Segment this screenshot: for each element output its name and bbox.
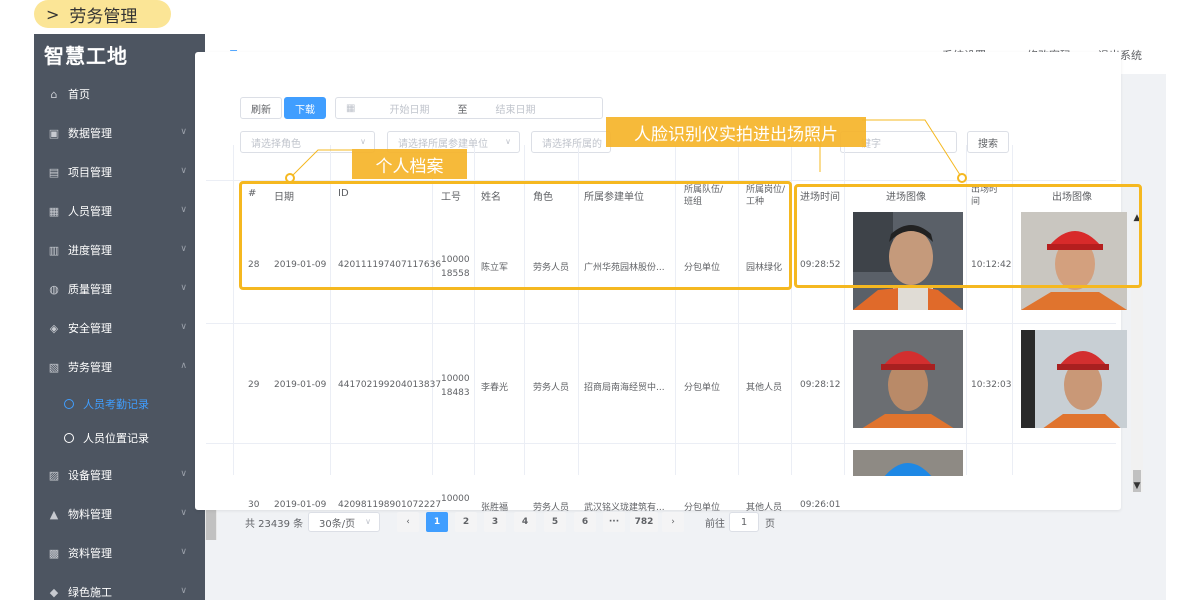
chevron-down-icon: ∨	[180, 322, 187, 332]
exit-photo[interactable]	[1021, 330, 1127, 428]
sidebar-item-project[interactable]: ▤ 项目管理 ∨	[34, 153, 205, 191]
row3-no: 30	[248, 500, 260, 510]
sidebar-item-data[interactable]: ▣ 数据管理 ∨	[34, 114, 205, 152]
equipment-icon: ▨	[48, 468, 60, 482]
sidebar-item-progress[interactable]: ▥ 进度管理 ∨	[34, 231, 205, 269]
page-6[interactable]: 6	[574, 512, 596, 532]
refresh-button[interactable]: 刷新	[240, 97, 282, 119]
chevron-down-icon: ∨	[180, 547, 187, 557]
total-count: 共 23439 条	[245, 518, 304, 530]
next-page-button[interactable]: ›	[662, 512, 684, 532]
page-5[interactable]: 5	[544, 512, 566, 532]
chevron-down-icon: ∨	[180, 508, 187, 518]
sidebar-item-materials[interactable]: ▲ 物料管理 ∨	[34, 495, 205, 533]
page-1[interactable]: 1	[426, 512, 448, 532]
personnel-icon: ▦	[48, 204, 60, 218]
sidebar-item-documents[interactable]: ▩ 资料管理 ∨	[34, 534, 205, 572]
chevron-down-icon: ∨	[180, 586, 187, 596]
sidebar-item-green[interactable]: ◆ 绿色施工 ∨	[34, 573, 205, 600]
chevron-up-icon: ∧	[180, 361, 187, 371]
date-range-picker[interactable]: ▦ 开始日期 至 结束日期	[335, 97, 603, 119]
circle-icon	[64, 433, 74, 443]
chevron-down-icon: ∨	[180, 166, 187, 176]
circle-icon	[64, 399, 74, 409]
face-marker	[957, 173, 967, 183]
entry-photo[interactable]	[853, 450, 963, 476]
scroll-down-icon[interactable]: ▼	[1131, 480, 1143, 492]
documents-icon: ▩	[48, 546, 60, 560]
row2-in-time: 09:28:12	[800, 380, 841, 390]
section-badge-label: 劳务管理	[69, 6, 138, 27]
home-icon: ⌂	[50, 87, 58, 101]
page-3[interactable]: 3	[484, 512, 506, 532]
labor-icon: ▧	[48, 360, 60, 374]
chevron-right-icon: >	[46, 4, 60, 24]
row2-name: 李春光	[481, 383, 509, 393]
row2-no: 29	[248, 380, 260, 390]
row2-trade: 其他人员	[746, 383, 783, 393]
prev-page-button[interactable]: ‹	[397, 512, 419, 532]
entry-photo[interactable]	[853, 330, 963, 428]
chevron-down-icon: ∨	[180, 469, 187, 479]
profile-callout: 个人档案	[352, 149, 467, 179]
chevron-down-icon: ∨	[180, 205, 187, 215]
row2-unit: 招商局南海经贸中...	[584, 383, 665, 393]
row2-out-time: 10:32:03	[971, 380, 1012, 390]
sidebar: 智慧工地 ⌂ 首页 ▣ 数据管理 ∨ ▤ 项目管理 ∨ ▦ 人员管理 ∨ ▥ 进度管理 ∨ ◍ 质量…	[34, 34, 205, 600]
sidebar-subitem-location[interactable]: 人员位置记录	[34, 421, 205, 455]
sidebar-item-home[interactable]: ⌂ 首页	[34, 75, 205, 113]
row2-role: 劳务人员	[533, 383, 570, 393]
data-icon: ▣	[48, 126, 60, 140]
row2-date: 2019-01-09	[274, 380, 327, 390]
materials-icon: ▲	[49, 507, 59, 521]
section-badge: > 劳务管理	[34, 0, 171, 28]
page-4[interactable]: 4	[514, 512, 536, 532]
face-photo-highlight	[794, 184, 1142, 288]
shield-icon: ◈	[49, 321, 59, 335]
face-photo-callout: 人脸识别仪实拍进出场照片	[606, 117, 866, 147]
chevron-down-icon: ∨	[180, 244, 187, 254]
page-ellipsis[interactable]: ···	[603, 512, 625, 532]
row3-in-time: 09:26:01	[800, 500, 841, 510]
page-size-select[interactable]: 30条/页 ∨	[308, 512, 380, 532]
project-icon: ▤	[48, 165, 60, 179]
calendar-icon: ▦	[346, 102, 356, 114]
leaf-icon: ◆	[49, 585, 59, 599]
row3-date: 2019-01-09	[274, 500, 327, 510]
page-2[interactable]: 2	[455, 512, 477, 532]
goto-page-input[interactable]: 1	[729, 512, 759, 532]
download-button[interactable]: 下载	[284, 97, 326, 119]
chevron-down-icon: ∨	[180, 283, 187, 293]
sidebar-item-equipment[interactable]: ▨ 设备管理 ∨	[34, 456, 205, 494]
profile-marker	[285, 173, 295, 183]
quality-icon: ◍	[49, 282, 59, 296]
row2-team: 分包单位	[684, 383, 721, 393]
chevron-down-icon: ∨	[365, 517, 371, 526]
sidebar-item-labor[interactable]: ▧ 劳务管理 ∧	[34, 348, 205, 386]
sidebar-item-quality[interactable]: ◍ 质量管理 ∨	[34, 270, 205, 308]
sidebar-subitem-attendance[interactable]: 人员考勤记录	[34, 387, 205, 421]
app-title: 智慧工地	[44, 44, 128, 68]
page-unit-label: 页	[765, 518, 775, 530]
row2-job-no: 10000 18483	[441, 374, 470, 398]
progress-icon: ▥	[48, 243, 60, 257]
goto-label: 前往	[705, 518, 725, 530]
sidebar-item-personnel[interactable]: ▦ 人员管理 ∨	[34, 192, 205, 230]
page-782[interactable]: 782	[630, 512, 658, 532]
chevron-down-icon: ∨	[180, 127, 187, 137]
row2-id: 441702199204013837	[338, 380, 442, 390]
row3-job-no: 10000	[441, 494, 470, 504]
row3-id: 420981198901072227	[338, 500, 442, 510]
profile-highlight	[239, 181, 792, 290]
sidebar-item-safety[interactable]: ◈ 安全管理 ∨	[34, 309, 205, 347]
